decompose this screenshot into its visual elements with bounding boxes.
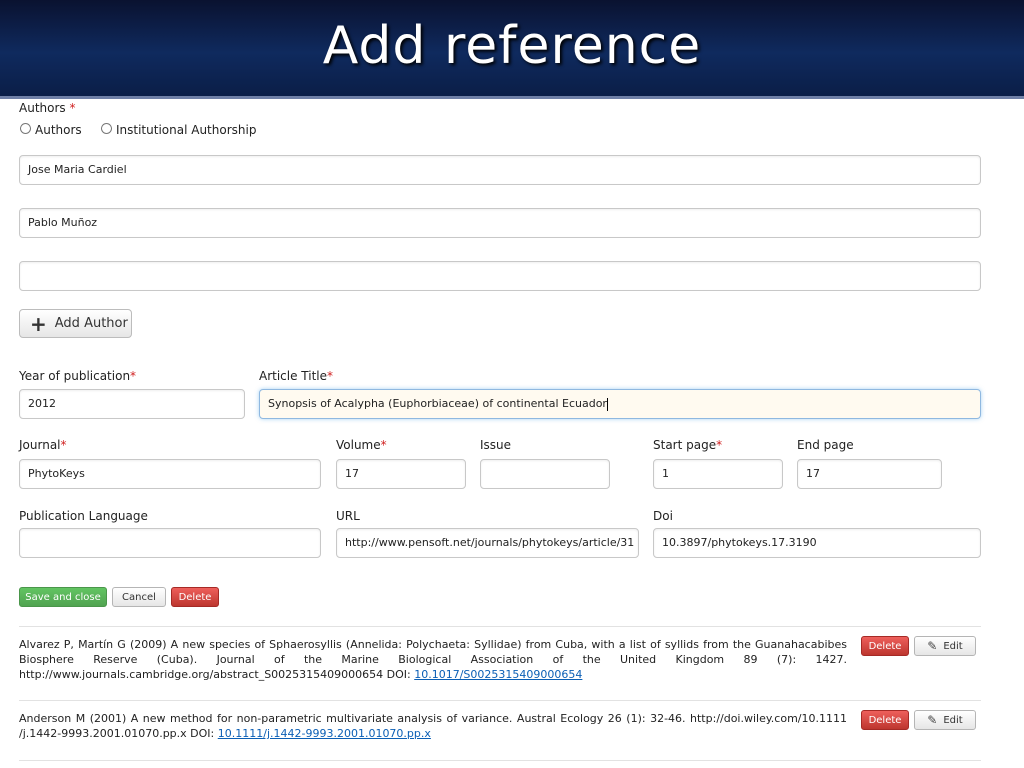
- radio-institutional-label: Institutional Authorship: [116, 123, 257, 137]
- language-input[interactable]: [19, 528, 321, 558]
- radio-institutional-authorship[interactable]: [101, 123, 112, 134]
- journal-label: Journal*: [19, 438, 67, 452]
- language-label: Publication Language: [19, 509, 148, 523]
- divider: [19, 626, 981, 627]
- author-input-1[interactable]: Jose Maria Cardiel: [19, 155, 981, 185]
- article-title-input[interactable]: Synopsis of Acalypha (Euphorbiaceae) of …: [259, 389, 981, 419]
- text-caret: [606, 397, 608, 411]
- volume-input[interactable]: 17: [336, 459, 466, 489]
- required-mark: *: [69, 101, 76, 115]
- radio-authors-label: Authors: [35, 123, 82, 137]
- doi-link[interactable]: 10.1111/j.1442-9993.2001.01070.pp.x: [218, 727, 431, 740]
- plus-icon: +: [30, 311, 47, 336]
- reference-delete-button[interactable]: Delete: [861, 636, 909, 656]
- article-title-label: Article Title*: [259, 369, 334, 383]
- issue-label: Issue: [480, 438, 512, 452]
- add-author-label: Add Author: [54, 316, 128, 331]
- save-and-close-button[interactable]: Save and close: [19, 587, 107, 607]
- cancel-button[interactable]: Cancel: [112, 587, 166, 607]
- author-input-3[interactable]: [19, 261, 981, 291]
- divider: [19, 700, 981, 701]
- end-page-label: End page: [797, 438, 854, 452]
- doi-label: Doi: [653, 509, 673, 523]
- reference-edit-button[interactable]: ✎ Edit: [914, 636, 976, 656]
- url-label: URL: [336, 509, 360, 523]
- add-author-button[interactable]: + Add Author: [19, 309, 132, 338]
- delete-button[interactable]: Delete: [171, 587, 219, 607]
- journal-input[interactable]: PhytoKeys: [19, 459, 321, 489]
- reference-edit-button[interactable]: ✎ Edit: [914, 710, 976, 730]
- reference-delete-button[interactable]: Delete: [861, 710, 909, 730]
- start-page-label: Start page*: [653, 438, 723, 452]
- reference-item: Alvarez P, Martín G (2009) A new species…: [19, 638, 847, 681]
- pencil-icon: ✎: [927, 713, 938, 727]
- end-page-input[interactable]: 17: [797, 459, 942, 489]
- author-input-2[interactable]: Pablo Muñoz: [19, 208, 981, 238]
- title-banner: Add reference: [0, 0, 1024, 99]
- reference-item: Anderson M (2001) A new method for non-p…: [19, 712, 847, 740]
- doi-input[interactable]: 10.3897/phytokeys.17.3190: [653, 528, 981, 558]
- doi-link[interactable]: 10.1017/S0025315409000654: [414, 668, 582, 681]
- url-input[interactable]: http://www.pensoft.net/journals/phytokey…: [336, 528, 639, 558]
- year-input[interactable]: 2012: [19, 389, 245, 419]
- divider: [19, 760, 981, 761]
- page-title: Add reference: [322, 16, 702, 76]
- start-page-input[interactable]: 1: [653, 459, 783, 489]
- authors-label: Authors *: [19, 101, 76, 115]
- issue-input[interactable]: [480, 459, 610, 489]
- radio-authors[interactable]: [20, 123, 31, 134]
- year-label: Year of publication*: [19, 369, 137, 383]
- volume-label: Volume*: [336, 438, 387, 452]
- pencil-icon: ✎: [927, 639, 938, 653]
